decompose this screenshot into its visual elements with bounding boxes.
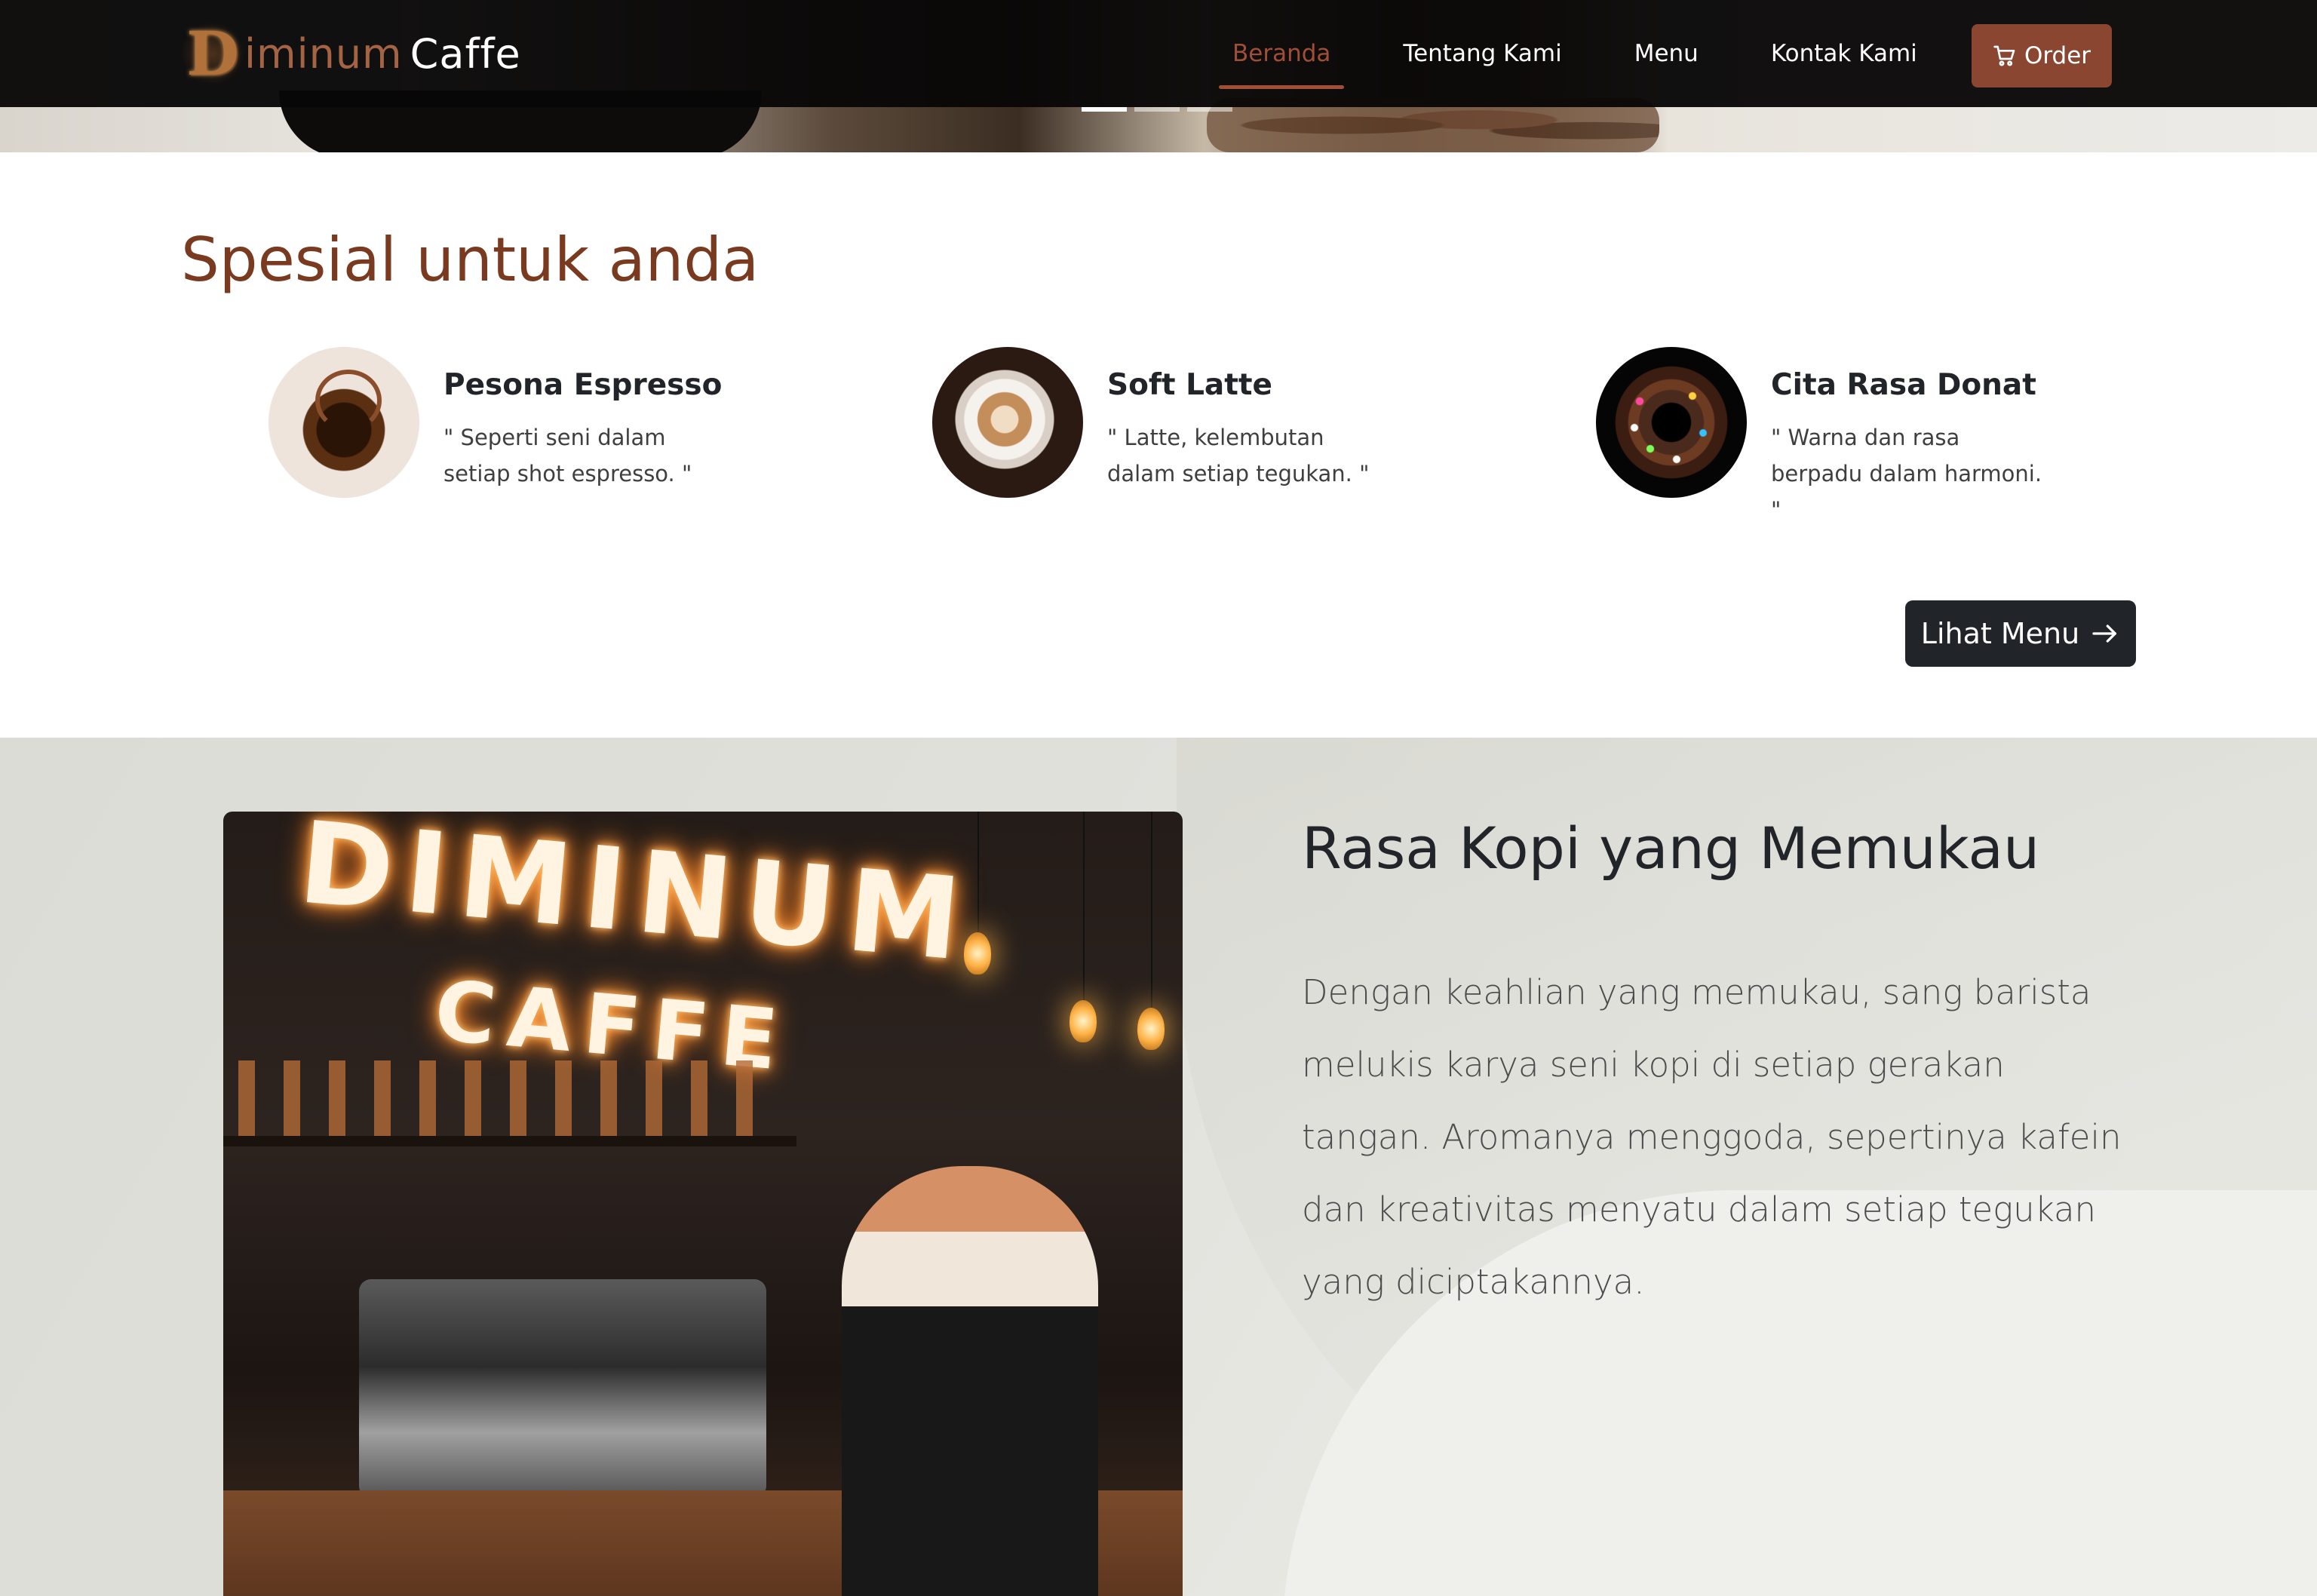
special-item-donut: Cita Rasa Donat " Warna dan rasa berpadu… bbox=[1596, 347, 2154, 543]
lamp-wire bbox=[1151, 812, 1152, 1008]
navbar: D iminum Caffe Beranda Tentang Kami Menu… bbox=[0, 0, 2317, 107]
brand-name-part-1: iminum bbox=[244, 29, 403, 78]
view-menu-button-label: Lihat Menu bbox=[1920, 617, 2080, 650]
special-item-latte: Soft Latte " Latte, kelembutan dalam set… bbox=[932, 347, 1490, 543]
special-item-description: " Latte, kelembutan dalam setiap tegukan… bbox=[1107, 425, 1370, 486]
special-item-description: " Warna dan rasa berpadu dalam harmoni. … bbox=[1771, 425, 2042, 523]
barista-image: DIMINUM CAFFE bbox=[223, 812, 1183, 1596]
special-item-description: " Seperti seni dalam setiap shot espress… bbox=[443, 425, 692, 486]
about-section: DIMINUM CAFFE Rasa Kopi yang Memukau Den… bbox=[0, 738, 2317, 1596]
lamp-wire bbox=[1083, 812, 1085, 1000]
pendant-lamp bbox=[1070, 1000, 1097, 1042]
special-item-name: Cita Rasa Donat bbox=[1771, 368, 2036, 402]
nav-link-menu[interactable]: Menu bbox=[1621, 0, 1712, 107]
order-button[interactable]: Order bbox=[1972, 24, 2112, 87]
wall-shelf bbox=[223, 1136, 796, 1146]
brand-name-part-2: Caffe bbox=[410, 29, 521, 78]
cart-icon bbox=[1993, 45, 2015, 66]
specials-title: Spesial untuk anda bbox=[181, 225, 760, 295]
espresso-machine bbox=[359, 1279, 766, 1498]
order-button-label: Order bbox=[2024, 42, 2091, 69]
latte-image bbox=[932, 347, 1083, 498]
nav-link-kontak-kami[interactable]: Kontak Kami bbox=[1757, 0, 1931, 107]
special-item-espresso: Pesona Espresso " Seperti seni dalam set… bbox=[269, 347, 827, 543]
specials-section: Spesial untuk anda Pesona Espresso " Sep… bbox=[0, 152, 2317, 738]
special-item-name: Pesona Espresso bbox=[443, 368, 723, 402]
carousel-indicator-2[interactable] bbox=[1134, 107, 1180, 112]
pendant-lamp bbox=[1137, 1008, 1165, 1050]
donut-image bbox=[1596, 347, 1747, 498]
nav-links: Beranda Tentang Kami Menu Kontak Kami bbox=[1219, 0, 1976, 107]
brand-logo-link[interactable]: D iminum Caffe bbox=[181, 18, 521, 89]
shelf-bottles bbox=[238, 1060, 781, 1136]
barista-figure bbox=[842, 1166, 1098, 1596]
lamp-wire bbox=[977, 812, 979, 932]
neon-sign-line-1: DIMINUM bbox=[294, 812, 977, 987]
nav-link-beranda[interactable]: Beranda bbox=[1219, 0, 1345, 107]
carousel-indicator-1[interactable] bbox=[1082, 107, 1127, 112]
carousel-indicators bbox=[1082, 107, 1232, 112]
arrow-right-icon bbox=[2092, 625, 2117, 643]
about-title: Rasa Kopi yang Memukau bbox=[1302, 815, 2040, 882]
brand-logo-icon: D bbox=[181, 18, 244, 89]
nav-link-tentang-kami[interactable]: Tentang Kami bbox=[1389, 0, 1575, 107]
espresso-image bbox=[269, 347, 419, 498]
view-menu-button[interactable]: Lihat Menu bbox=[1905, 600, 2136, 667]
about-description: Dengan keahlian yang memukau, sang baris… bbox=[1302, 972, 2122, 1302]
special-item-name: Soft Latte bbox=[1107, 368, 1272, 402]
carousel-indicator-3[interactable] bbox=[1187, 107, 1232, 112]
